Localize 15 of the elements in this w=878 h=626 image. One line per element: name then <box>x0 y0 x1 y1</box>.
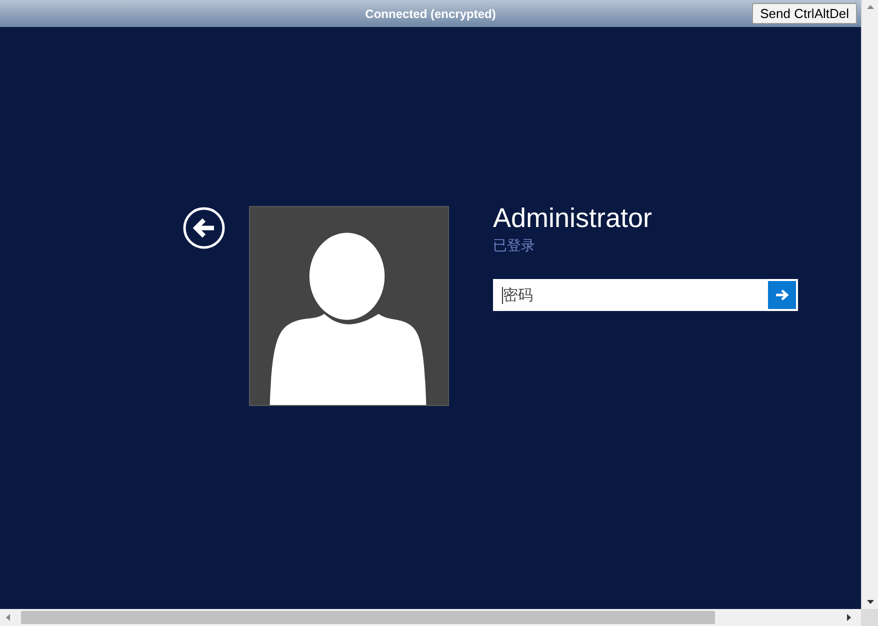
scroll-thumb[interactable] <box>21 611 715 624</box>
avatar-icon <box>249 206 449 406</box>
scroll-left-icon[interactable] <box>4 613 13 622</box>
back-icon[interactable] <box>183 207 225 249</box>
scroll-right-icon[interactable] <box>844 613 853 622</box>
send-ctrl-alt-del-button[interactable]: Send CtrlAltDel <box>752 3 857 24</box>
arrow-icon <box>775 289 789 302</box>
submit-button[interactable] <box>766 279 798 312</box>
password-field[interactable]: 密码 <box>493 279 766 312</box>
scroll-down-icon[interactable] <box>866 597 874 606</box>
user-status: 已登录 <box>493 236 536 254</box>
scroll-up-icon[interactable] <box>866 3 874 12</box>
user-name: Administrator <box>493 204 654 234</box>
scrollbar-corner <box>861 609 878 626</box>
connection-status: Connected (encrypted) <box>365 6 496 22</box>
